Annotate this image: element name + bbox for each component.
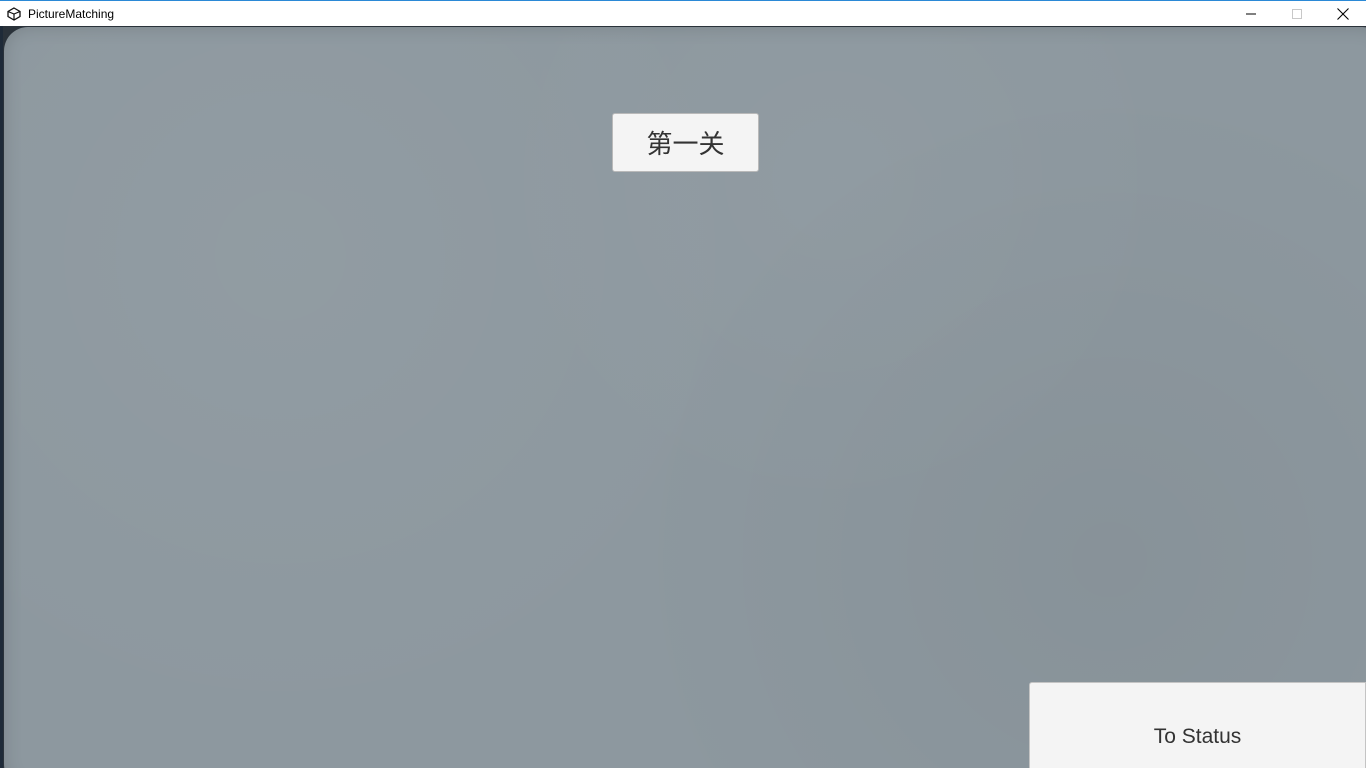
close-icon — [1337, 7, 1349, 20]
game-viewport: 第一关 To Status — [3, 26, 1366, 768]
minimize-button[interactable] — [1228, 1, 1274, 26]
to-status-button[interactable]: To Status — [1029, 682, 1366, 768]
level-one-button[interactable]: 第一关 — [612, 113, 759, 172]
unity-icon — [6, 6, 22, 22]
title-bar[interactable]: PictureMatching — [0, 0, 1366, 26]
window-title: PictureMatching — [28, 6, 115, 21]
close-button[interactable] — [1320, 1, 1366, 26]
maximize-button[interactable] — [1274, 1, 1320, 26]
minimize-icon — [1246, 13, 1256, 14]
window-controls — [1228, 1, 1366, 26]
app-window: PictureMatching 第一关 To Status — [0, 0, 1366, 768]
maximize-icon — [1292, 8, 1302, 19]
